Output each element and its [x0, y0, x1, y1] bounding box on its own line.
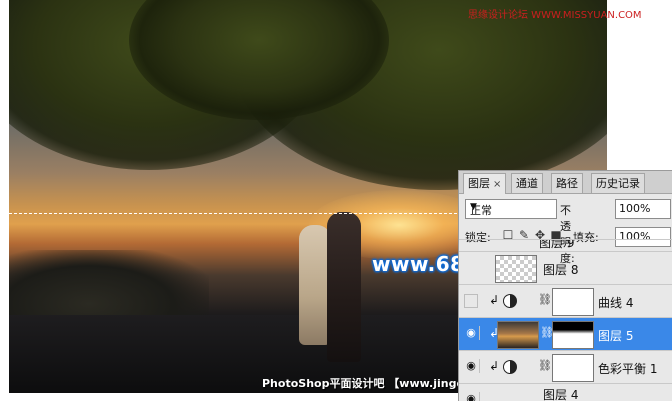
chain-link-icon[interactable]: ⛓	[538, 293, 552, 306]
visibility-toggle[interactable]	[464, 294, 478, 308]
layer-thumbnail	[495, 255, 537, 283]
layer-name: 图层 8	[543, 263, 579, 277]
close-icon[interactable]: ×	[493, 179, 501, 190]
watermark-top: 思缘设计论坛 WWW.MISSYUAN.COM	[468, 10, 642, 21]
eye-icon[interactable]: ◉	[463, 326, 480, 340]
eye-icon[interactable]: ◉	[463, 359, 480, 373]
groom-figure	[327, 212, 361, 362]
chain-link-icon[interactable]: ⛓	[538, 359, 552, 372]
chevron-down-icon: ▼	[470, 202, 477, 212]
panel-tabs: 图层 × 通道 路径 历史记录	[459, 171, 672, 194]
clip-arrow-icon: ↲	[489, 359, 500, 373]
layer-row[interactable]: 图层 8	[459, 251, 672, 284]
layer-name: 图层 9	[539, 239, 575, 250]
mask-thumbnail	[552, 354, 594, 382]
blend-mode-select[interactable]: 正常 ▼	[465, 199, 557, 219]
adjustment-icon	[503, 360, 517, 374]
layer-row[interactable]: ◉ ↲ ⛓ 色彩平衡 1	[459, 350, 672, 383]
layer-row[interactable]: ↲ ⛓ 曲线 4	[459, 284, 672, 317]
opacity-value: 100%	[619, 202, 651, 215]
tab-layers-label: 图层	[468, 177, 490, 190]
layer-row[interactable]: ◉ 图层 4	[459, 383, 672, 401]
layer-name: 图层 5	[598, 329, 634, 343]
mask-thumbnail	[552, 321, 594, 349]
layer-name: 曲线 4	[598, 296, 634, 310]
tab-history[interactable]: 历史记录	[591, 173, 645, 193]
layer-name: 图层 4	[543, 388, 579, 401]
adjustment-icon	[503, 294, 517, 308]
clip-arrow-icon: ↲	[489, 293, 500, 307]
tab-layers[interactable]: 图层 ×	[463, 173, 507, 194]
layer-thumbnail	[497, 321, 539, 349]
mask-thumbnail	[552, 288, 594, 316]
opacity-input[interactable]: 100%	[615, 199, 671, 219]
tab-history-label: 历史记录	[596, 177, 640, 190]
tab-paths[interactable]: 路径	[551, 173, 583, 193]
tab-channels[interactable]: 通道	[511, 173, 543, 193]
tab-channels-label: 通道	[516, 177, 538, 190]
layer-name: 色彩平衡 1	[598, 362, 658, 376]
tab-paths-label: 路径	[556, 177, 578, 190]
layers-panel: 图层 × 通道 路径 历史记录 正常 ▼ 不透明度: 100% 锁定: ☐ ✎ ✥…	[458, 170, 672, 401]
layer-row-selected[interactable]: ◉ ↲ ⛓ 图层 5	[459, 317, 672, 350]
